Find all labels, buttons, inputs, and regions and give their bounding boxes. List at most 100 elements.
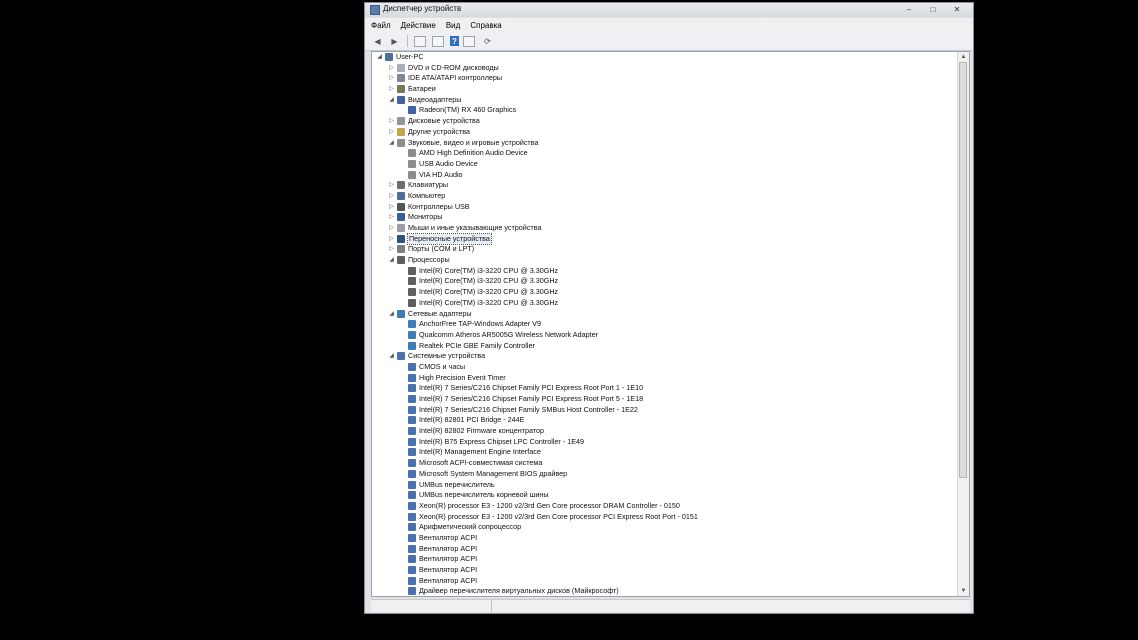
- tree-row[interactable]: Radeon(TM) RX 460 Graphics: [372, 105, 957, 116]
- collapse-icon[interactable]: ◢: [388, 309, 395, 320]
- tree-row[interactable]: Вентилятор ACPI: [372, 554, 957, 565]
- tree-row[interactable]: ▷ IDE ATA/ATAPI контроллеры: [372, 73, 957, 84]
- tree-row[interactable]: ▷ Порты (COM и LPT): [372, 244, 957, 255]
- scroll-down-icon[interactable]: ▼: [958, 586, 969, 596]
- computer-icon: [397, 191, 405, 200]
- tree-row[interactable]: Intel(R) 7 Series/C216 Chipset Family SM…: [372, 405, 957, 416]
- tree-row[interactable]: ▷ DVD и CD-ROM дисководы: [372, 63, 957, 74]
- tree-row[interactable]: Арифметический сопроцессор: [372, 522, 957, 533]
- tree-row[interactable]: Intel(R) Management Engine Interface: [372, 447, 957, 458]
- menu-bar: Файл Действие Вид Справка: [365, 18, 973, 32]
- tree-row[interactable]: USB Audio Device: [372, 159, 957, 170]
- expand-icon[interactable]: ▷: [388, 84, 395, 95]
- expand-icon[interactable]: ▷: [388, 234, 395, 245]
- system-icon: [408, 437, 416, 446]
- tree-row[interactable]: ▷ Компьютер: [372, 191, 957, 202]
- tree-row[interactable]: Xeon(R) processor E3 - 1200 v2/3rd Gen C…: [372, 501, 957, 512]
- tree-row[interactable]: CMOS и часы: [372, 362, 957, 373]
- collapse-icon[interactable]: ◢: [388, 255, 395, 266]
- scroll-thumb[interactable]: [959, 62, 967, 478]
- tree-row[interactable]: ▷ Контроллеры USB: [372, 202, 957, 213]
- tree-row[interactable]: Вентилятор ACPI: [372, 544, 957, 555]
- tree-row[interactable]: ◢ Видеоадаптеры: [372, 95, 957, 106]
- expand-icon[interactable]: ▷: [388, 63, 395, 74]
- view-icon[interactable]: [463, 35, 475, 47]
- tree-item-label: USB Audio Device: [419, 158, 478, 168]
- tree-row[interactable]: Intel(R) Core(TM) i3-3220 CPU @ 3.30GHz: [372, 276, 957, 287]
- update-driver-icon[interactable]: [432, 35, 444, 47]
- tree-row[interactable]: Вентилятор ACPI: [372, 565, 957, 576]
- scan-hardware-icon[interactable]: ⟳: [481, 35, 494, 48]
- help-icon[interactable]: ?: [450, 36, 459, 46]
- menu-file[interactable]: Файл: [365, 21, 395, 30]
- tree-row[interactable]: AnchorFree TAP-Windows Adapter V9: [372, 319, 957, 330]
- expand-icon[interactable]: ▷: [388, 212, 395, 223]
- tree-row[interactable]: Intel(R) Core(TM) i3-3220 CPU @ 3.30GHz: [372, 266, 957, 277]
- tree-row[interactable]: Intel(R) 7 Series/C216 Chipset Family PC…: [372, 394, 957, 405]
- tree-row[interactable]: Вентилятор ACPI: [372, 576, 957, 587]
- tree-row[interactable]: ▷ Батареи: [372, 84, 957, 95]
- tree-row[interactable]: Realtek PCIe GBE Family Controller: [372, 341, 957, 352]
- tree-row[interactable]: ▷ Переносные устройства: [372, 232, 957, 246]
- tree-row[interactable]: Драйвер перечислителя виртуальных дисков…: [372, 586, 957, 596]
- tree-row[interactable]: Qualcomm Atheros AR5005G Wireless Networ…: [372, 330, 957, 341]
- tree-row[interactable]: Intel(R) 7 Series/C216 Chipset Family PC…: [372, 383, 957, 394]
- menu-help[interactable]: Справка: [464, 21, 505, 30]
- expand-icon[interactable]: ▷: [388, 73, 395, 84]
- system-icon: [397, 352, 405, 361]
- collapse-icon[interactable]: ◢: [388, 138, 395, 149]
- tree-row[interactable]: High Precision Event Timer: [372, 373, 957, 384]
- collapse-icon[interactable]: ◢: [388, 351, 395, 362]
- back-icon[interactable]: ◀: [371, 35, 384, 48]
- tree-row[interactable]: Xeon(R) processor E3 - 1200 v2/3rd Gen C…: [372, 512, 957, 523]
- tree-row[interactable]: Intel(R) 82801 PCI Bridge - 244E: [372, 415, 957, 426]
- tree-row[interactable]: Microsoft System Management BIOS драйвер: [372, 469, 957, 480]
- tree-row[interactable]: ▷ Мыши и иные указывающие устройства: [372, 223, 957, 234]
- expand-icon[interactable]: ▷: [388, 180, 395, 191]
- properties-icon[interactable]: [414, 35, 426, 47]
- menu-view[interactable]: Вид: [440, 21, 464, 30]
- tree-row[interactable]: ▷ Мониторы: [372, 212, 957, 223]
- expand-icon[interactable]: ▷: [388, 191, 395, 202]
- menu-action[interactable]: Действие: [395, 21, 440, 30]
- tree-row[interactable]: Intel(R) 82802 Firmware концентратор: [372, 426, 957, 437]
- tree-item-label: DVD и CD-ROM дисководы: [408, 62, 499, 72]
- tree-row[interactable]: AMD High Definition Audio Device: [372, 148, 957, 159]
- tree-row[interactable]: Intel(R) B75 Express Chipset LPC Control…: [372, 437, 957, 448]
- tree-row[interactable]: UMBus перечислитель корневой шины: [372, 490, 957, 501]
- expand-icon[interactable]: ▷: [388, 127, 395, 138]
- forward-icon[interactable]: ▶: [388, 35, 401, 48]
- tree-row[interactable]: ▷ Дисковые устройства: [372, 116, 957, 127]
- tree-row[interactable]: VIA HD Audio: [372, 170, 957, 181]
- minimize-button[interactable]: –: [897, 3, 921, 16]
- expand-icon[interactable]: ▷: [388, 116, 395, 127]
- tree-row[interactable]: ◢ User-PC: [372, 52, 957, 63]
- tree-row[interactable]: ◢ Процессоры: [372, 255, 957, 266]
- collapse-icon[interactable]: ◢: [388, 95, 395, 106]
- expand-icon[interactable]: ▷: [388, 244, 395, 255]
- tree-item-label: Вентилятор ACPI: [419, 543, 478, 553]
- tree-row[interactable]: ◢ Звуковые, видео и игровые устройства: [372, 138, 957, 149]
- tree-row[interactable]: ◢ Сетевые адаптеры: [372, 309, 957, 320]
- tree-item-label: AnchorFree TAP-Windows Adapter V9: [419, 319, 541, 329]
- expand-icon[interactable]: ▷: [388, 202, 395, 213]
- collapse-icon[interactable]: ◢: [376, 52, 383, 63]
- close-button[interactable]: ✕: [945, 3, 969, 16]
- expand-icon[interactable]: ▷: [388, 223, 395, 234]
- tree-row[interactable]: ▷ Другие устройства: [372, 127, 957, 138]
- vertical-scrollbar[interactable]: ▲ ▼: [957, 52, 969, 596]
- mouse-icon: [397, 224, 405, 232]
- tree-row[interactable]: ▷ Клавиатуры: [372, 180, 957, 191]
- monitor-icon: [397, 213, 405, 222]
- maximize-button[interactable]: □: [921, 3, 945, 16]
- system-icon: [408, 448, 416, 457]
- tree-row[interactable]: Intel(R) Core(TM) i3-3220 CPU @ 3.30GHz: [372, 298, 957, 309]
- system-icon: [408, 544, 416, 553]
- tree-row[interactable]: UMBus перечислитель: [372, 480, 957, 491]
- tree-row[interactable]: Microsoft ACPI-совместимая система: [372, 458, 957, 469]
- tree-row[interactable]: Вентилятор ACPI: [372, 533, 957, 544]
- tree-row[interactable]: Intel(R) Core(TM) i3-3220 CPU @ 3.30GHz: [372, 287, 957, 298]
- scroll-up-icon[interactable]: ▲: [958, 52, 969, 62]
- title-bar[interactable]: Диспетчер устройств – □ ✕: [365, 3, 973, 17]
- tree-row[interactable]: ◢ Системные устройства: [372, 351, 957, 362]
